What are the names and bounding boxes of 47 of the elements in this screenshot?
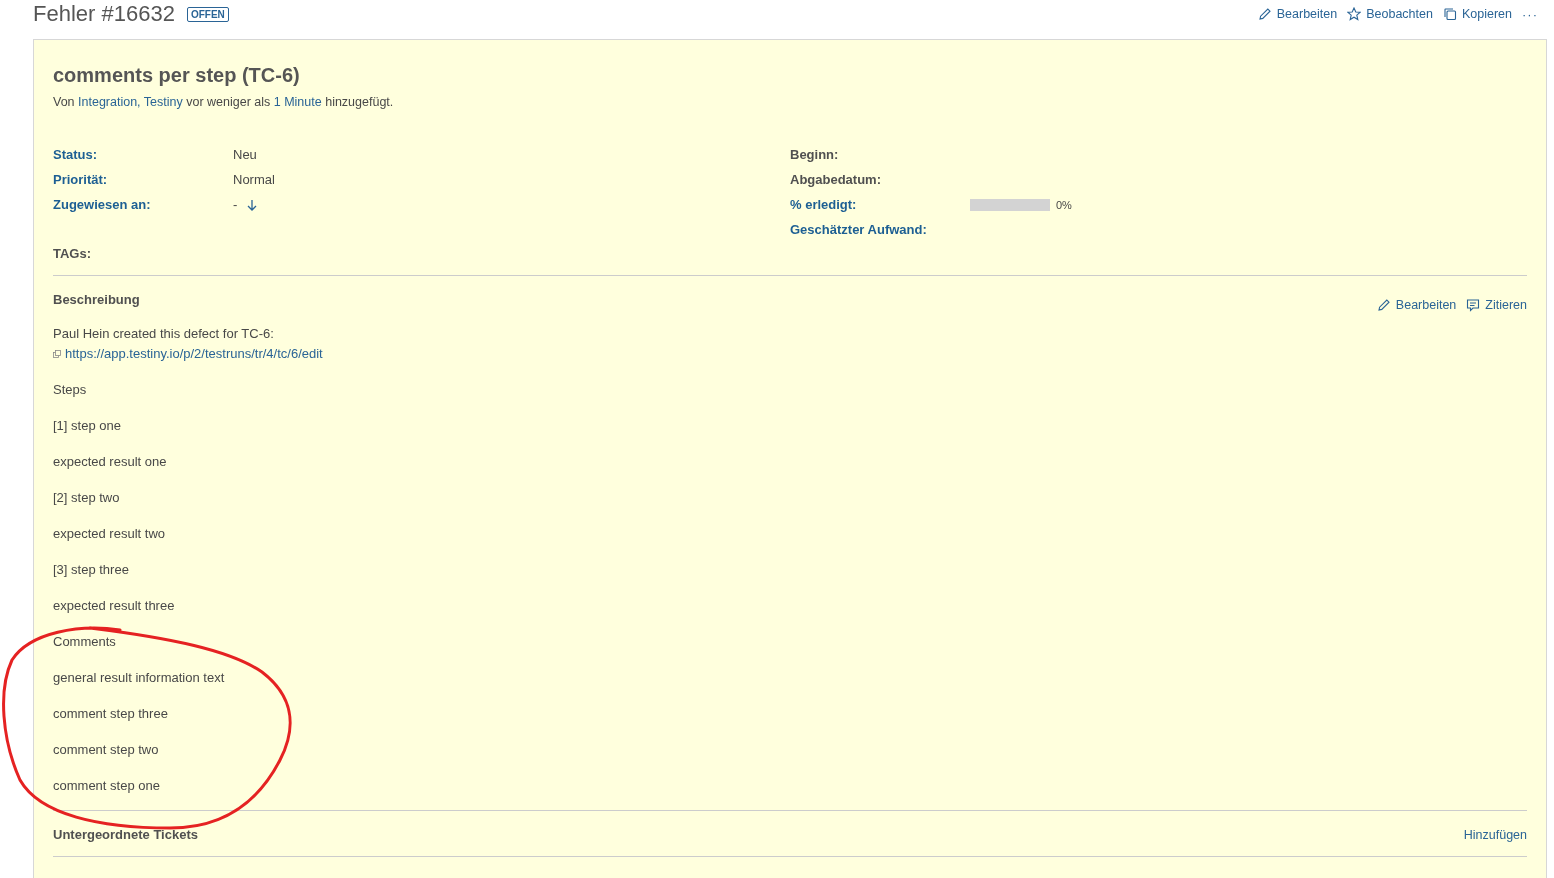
star-icon bbox=[1347, 7, 1362, 21]
copy-icon bbox=[1442, 7, 1457, 21]
status-badge: OFFEN bbox=[186, 6, 229, 22]
url-link[interactable]: https://app.testiny.io/p/2/testruns/tr/4/tc/6/edit bbox=[65, 344, 323, 364]
description-text: Comments bbox=[53, 633, 117, 651]
attribute-label: Zugewiesen an: bbox=[53, 197, 152, 212]
description-text: comment step one bbox=[53, 777, 161, 795]
action-link[interactable]: Bearbeiten bbox=[1376, 298, 1457, 312]
more-menu-button[interactable]: ··· bbox=[1522, 6, 1538, 22]
attribute-value: - bbox=[233, 197, 238, 212]
pencil-icon bbox=[1257, 7, 1272, 21]
author-link[interactable]: Integration, Testiny bbox=[78, 95, 183, 109]
attribute-label: % erledigt: bbox=[790, 197, 858, 212]
attribute-label: Priorität: bbox=[53, 172, 109, 187]
action-link[interactable]: Zitieren bbox=[1466, 298, 1527, 312]
attribute-label: Beginn: bbox=[790, 147, 840, 162]
pencil-icon bbox=[1376, 298, 1391, 312]
add-link[interactable]: Hinzufügen bbox=[1463, 827, 1527, 842]
attribute-value: Neu bbox=[233, 147, 257, 162]
action-link[interactable]: Beobachten bbox=[1347, 7, 1433, 21]
action-link[interactable]: Bearbeiten bbox=[1257, 7, 1338, 21]
tags-label: TAGs: bbox=[53, 246, 93, 261]
attribute-label: Status: bbox=[53, 147, 99, 162]
attribute-label: Abgabedatum: bbox=[790, 172, 882, 187]
attribute-value: Normal bbox=[233, 172, 275, 187]
issue-title: Fehler #16632 bbox=[33, 1, 175, 27]
attribute-label: Geschätzter Aufwand: bbox=[790, 222, 928, 237]
external-link-icon bbox=[53, 350, 61, 358]
description-text: expected result one bbox=[53, 453, 168, 471]
section-heading: Untergeordnete Tickets bbox=[53, 827, 198, 842]
description-text: [1] step one bbox=[53, 417, 122, 435]
description-text: expected result three bbox=[53, 597, 176, 615]
description-text: [2] step two bbox=[53, 489, 121, 507]
action-link[interactable]: Kopieren bbox=[1442, 7, 1512, 21]
description-text: comment step two bbox=[53, 741, 160, 759]
description-text: Paul Hein created this defect for TC-6: bbox=[53, 325, 275, 343]
issue-subject: comments per step (TC-6) bbox=[53, 64, 301, 87]
description-text: expected result two bbox=[53, 525, 166, 543]
description-text: [3] step three bbox=[53, 561, 130, 579]
progress-reading: 0% bbox=[1056, 198, 1072, 211]
author-line: Von Integration, Testiny vor weniger als 1 Minute hinzugefügt. bbox=[53, 95, 395, 109]
description-text: Steps bbox=[53, 381, 88, 399]
speech-bubble-icon bbox=[1466, 298, 1481, 312]
section-heading: Beschreibung bbox=[53, 292, 140, 307]
time-link[interactable]: 1 Minute bbox=[273, 95, 322, 109]
description-text: general result information text bbox=[53, 669, 226, 687]
description-text: comment step three bbox=[53, 705, 169, 723]
